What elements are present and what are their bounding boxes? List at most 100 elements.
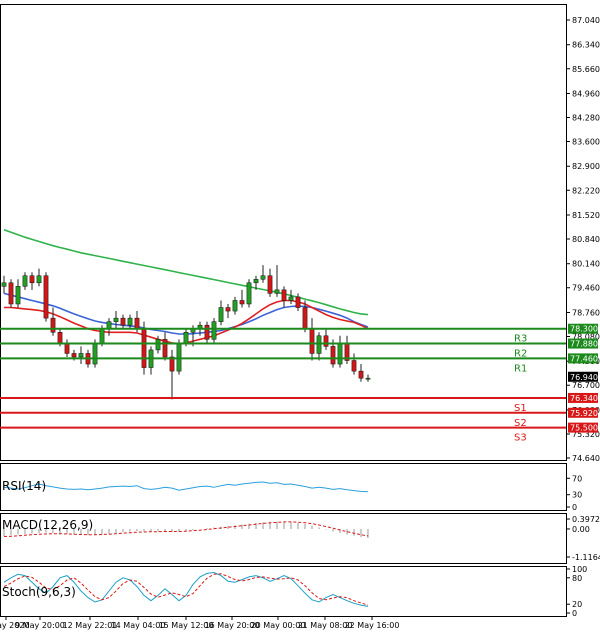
macd-pane: 0.39720.00 -1.1164 MACD(12,26,9) (2, 515, 600, 562)
price-axis-label: 82.220 (572, 186, 600, 195)
candle-body (358, 370, 364, 379)
trading-chart: 87.040 86.340 85.660 84.960 84.280 83.600 82.9… (0, 0, 600, 632)
candle (8, 279, 14, 308)
candle-body (351, 360, 357, 372)
candle (288, 289, 294, 304)
candle-body (204, 324, 210, 340)
candle-body (309, 328, 315, 354)
candle (239, 289, 245, 308)
stoch-axis-label: 20 (572, 600, 582, 609)
price-axis-label: 79.460 (572, 284, 600, 293)
candle-body (22, 275, 28, 287)
candle (323, 328, 329, 350)
candle-body (330, 346, 336, 365)
rsi-axis-label: 70 (572, 474, 582, 483)
moving-average-line (3, 229, 369, 316)
x-axis: 8 May 20209 May 20:0012 May 22:0114 May … (0, 616, 399, 630)
rsi-pane: 70 30 0 RSI(14) (2, 474, 582, 512)
candle (50, 307, 56, 336)
candle (1, 275, 7, 294)
rsi-line (3, 481, 369, 493)
rsi-axis-label: 0 (572, 503, 577, 512)
candle (29, 272, 35, 290)
candle-body (365, 377, 371, 380)
candle (337, 335, 343, 368)
candle-body (29, 275, 35, 284)
price-axis-label: 74.640 (572, 454, 600, 463)
pivot-price-value: 75.920 (570, 409, 598, 418)
stoch-axis-label: 100 (572, 565, 587, 574)
macd-axis-label: 0.3972 (572, 515, 600, 524)
candle-body (337, 342, 343, 365)
candle-body (99, 328, 105, 344)
candle-body (57, 332, 63, 344)
candle (113, 311, 119, 329)
candle-body (141, 328, 147, 368)
price-frame (0, 4, 567, 461)
pivot-price-value: 76.340 (570, 394, 598, 403)
candle-body (92, 342, 98, 365)
candle-body (162, 339, 168, 358)
x-axis-label: 22 May 16:00 (345, 621, 400, 630)
price-axis-label: 84.960 (572, 89, 600, 98)
chart-canvas: 87.040 86.340 85.660 84.960 84.280 83.600 82.9… (0, 4, 600, 630)
candle (78, 346, 84, 365)
price-axis-label: 84.280 (572, 113, 600, 122)
candle-body (8, 282, 14, 305)
candle-body (50, 317, 56, 333)
rsi-axis-label: 30 (572, 491, 582, 500)
candle (316, 332, 322, 361)
candle-body (155, 339, 161, 351)
candle-body (127, 317, 133, 326)
candle-body (218, 307, 224, 322)
candle-body (316, 335, 322, 354)
candle-body (281, 289, 287, 301)
candle (162, 332, 168, 361)
candle-body (253, 279, 259, 284)
pivot-price-value: 75.500 (570, 424, 598, 433)
candle (148, 346, 154, 375)
candle (225, 303, 231, 319)
price-axis-label: 78.760 (572, 308, 600, 317)
candle (211, 318, 217, 343)
candle-body (120, 317, 126, 326)
stoch-frame (0, 566, 567, 617)
candle (358, 364, 364, 382)
macd-title: MACD(12,26,9) (2, 518, 93, 532)
rsi-frame (0, 463, 567, 511)
price-axis-label: 81.520 (572, 211, 600, 220)
candle (351, 353, 357, 375)
stoch-axis-label: 0 (572, 609, 577, 618)
candle-body (176, 342, 182, 372)
candle (267, 268, 273, 297)
candle-body (232, 300, 238, 312)
candle (43, 272, 49, 322)
pivot-level-label: R1 (514, 363, 527, 374)
x-axis-label: 9 May 20:00 (15, 621, 65, 630)
candle (169, 349, 175, 400)
price-axis-label: 80.140 (572, 260, 600, 269)
candle (309, 318, 315, 361)
price-axis-label: 82.900 (572, 162, 600, 171)
macd-axis-label: 0.00 (572, 525, 590, 534)
x-axis-label: 14 May 04:00 (111, 621, 166, 630)
stoch-title: Stoch(9,6,3) (2, 585, 76, 599)
price-axis-label: 83.600 (572, 138, 600, 147)
macd-axis-label: -1.1164 (572, 553, 600, 562)
candle (106, 318, 112, 336)
x-axis-label: 12 May 22:01 (63, 621, 118, 630)
pivot-price-value: 78.300 (570, 325, 598, 334)
candle-body (36, 275, 42, 284)
candle (246, 279, 252, 308)
price-axis-label: 76.700 (572, 381, 600, 390)
candle (295, 293, 301, 312)
candle-body (134, 317, 140, 329)
pivot-price-value: 77.880 (570, 340, 598, 349)
candle-body (113, 317, 119, 322)
candle (15, 279, 21, 308)
rsi-title: RSI(14) (2, 479, 46, 493)
price-axis-label: 87.040 (572, 16, 600, 25)
pivot-price-value: 77.460 (570, 354, 598, 363)
candle (260, 265, 266, 283)
candle (281, 286, 287, 308)
